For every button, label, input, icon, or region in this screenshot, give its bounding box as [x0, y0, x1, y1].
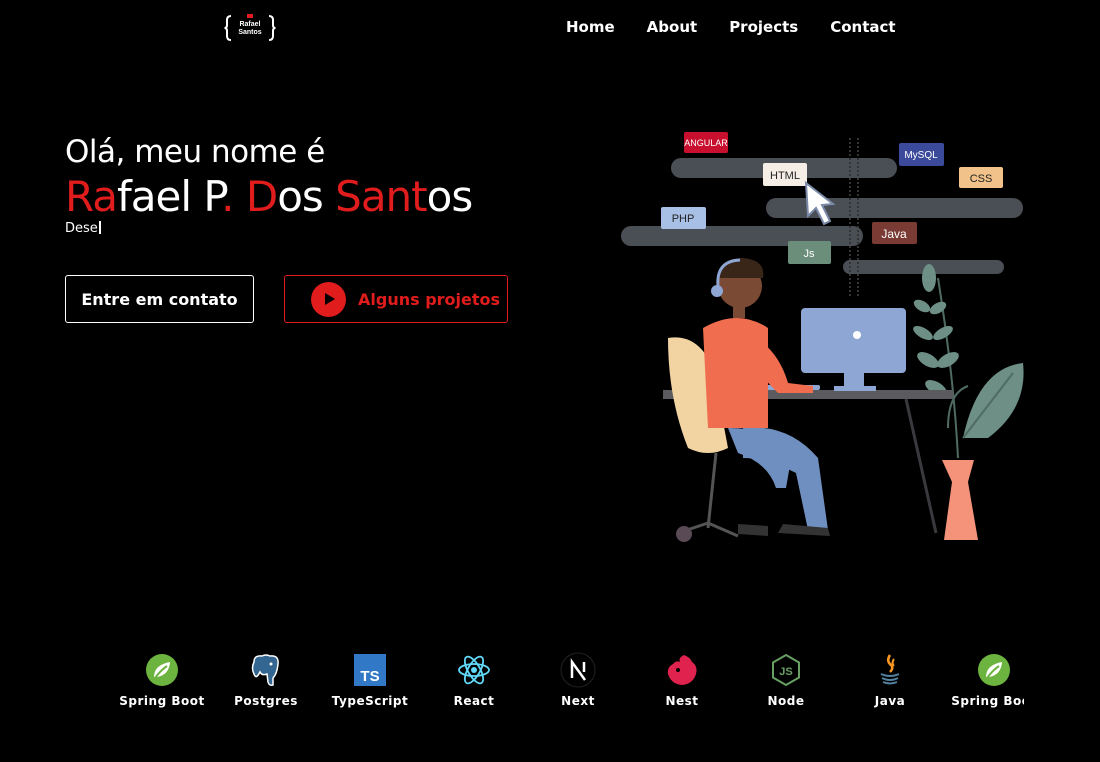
svg-text:JS: JS	[779, 666, 792, 678]
site-logo[interactable]: Rafael Santos	[224, 12, 276, 44]
tech-label: Nest	[665, 694, 699, 708]
next-icon	[560, 652, 596, 688]
tag-html-label: HTML	[770, 170, 800, 182]
spring-icon	[144, 652, 180, 688]
tech-item: React	[422, 652, 526, 716]
tag-js-label: Js	[804, 248, 816, 260]
projects-button[interactable]: Alguns projetos	[284, 275, 508, 323]
typing-text: Dese	[65, 221, 101, 236]
tech-item-partial	[62, 652, 68, 716]
developer-illustration: ANGULAR MySQL HTML CSS PHP Java Js	[618, 128, 1028, 548]
hero-name: Rafael P. Dos Santos	[65, 172, 474, 221]
main-nav: Home About Projects Contact	[566, 18, 896, 36]
tag-java-label: Java	[881, 227, 907, 241]
java-icon	[872, 652, 908, 688]
tech-label: React	[453, 694, 495, 708]
tag-js: Js	[788, 241, 831, 264]
name-part: .	[221, 172, 246, 221]
tag-mysql: MySQL	[899, 143, 944, 166]
tag-mysql-label: MySQL	[904, 150, 938, 161]
tech-item: Nest	[630, 652, 734, 716]
tech-label: Spring Boot	[119, 694, 205, 708]
tech-label: Next	[561, 694, 595, 708]
tech-label: Node	[767, 694, 805, 708]
nest-icon	[664, 652, 700, 688]
tag-angular-label: ANGULAR	[684, 138, 728, 148]
postgres-icon	[248, 652, 284, 688]
nav-projects[interactable]: Projects	[729, 18, 798, 36]
react-icon	[456, 652, 492, 688]
logo-line-2: Santos	[238, 28, 262, 36]
name-part: Ra	[65, 172, 118, 221]
tech-label: Java	[874, 694, 906, 708]
tech-item: Postgres	[214, 652, 318, 716]
typescript-icon: TS	[352, 652, 388, 688]
logo-line-1: Rafael	[239, 21, 261, 28]
play-icon	[311, 281, 346, 317]
svg-text:TS: TS	[360, 668, 379, 685]
tech-carousel: Spring Boot Postgres TS TypeScript React…	[62, 652, 1024, 722]
name-part: Sant	[335, 172, 427, 221]
name-part: os	[277, 172, 336, 221]
nav-contact[interactable]: Contact	[830, 18, 895, 36]
hero-greeting: Olá, meu nome é	[65, 134, 325, 170]
tech-item: Spring Boot	[942, 652, 1024, 716]
nav-about[interactable]: About	[647, 18, 698, 36]
typing-caret	[98, 221, 101, 234]
tech-item: Java	[838, 652, 942, 716]
name-part: D	[245, 172, 278, 221]
logo-text: Rafael Santos	[233, 21, 267, 36]
tech-item: Next	[526, 652, 630, 716]
node-icon: JS	[768, 652, 804, 688]
tag-angular: ANGULAR	[684, 132, 728, 153]
tech-item: Spring Boot	[110, 652, 214, 716]
tech-label: Postgres	[234, 694, 298, 708]
nav-home[interactable]: Home	[566, 18, 615, 36]
tag-java: Java	[872, 222, 917, 244]
spring-icon	[976, 652, 1012, 688]
tech-label: Spring Boot	[951, 694, 1024, 708]
name-part: fael P	[117, 172, 222, 221]
tech-label: TypeScript	[331, 694, 409, 708]
tech-item: JS Node	[734, 652, 838, 716]
name-part: os	[426, 172, 474, 221]
tech-item: TS TypeScript	[318, 652, 422, 716]
contact-button[interactable]: Entre em contato	[65, 275, 254, 323]
tag-css: CSS	[959, 167, 1003, 188]
tag-html: HTML	[763, 163, 807, 186]
typing-value: Dese	[65, 221, 98, 236]
projects-button-label: Alguns projetos	[358, 289, 501, 309]
tag-css-label: CSS	[970, 173, 993, 185]
tag-php-label: PHP	[672, 213, 695, 225]
tag-php: PHP	[661, 207, 706, 229]
